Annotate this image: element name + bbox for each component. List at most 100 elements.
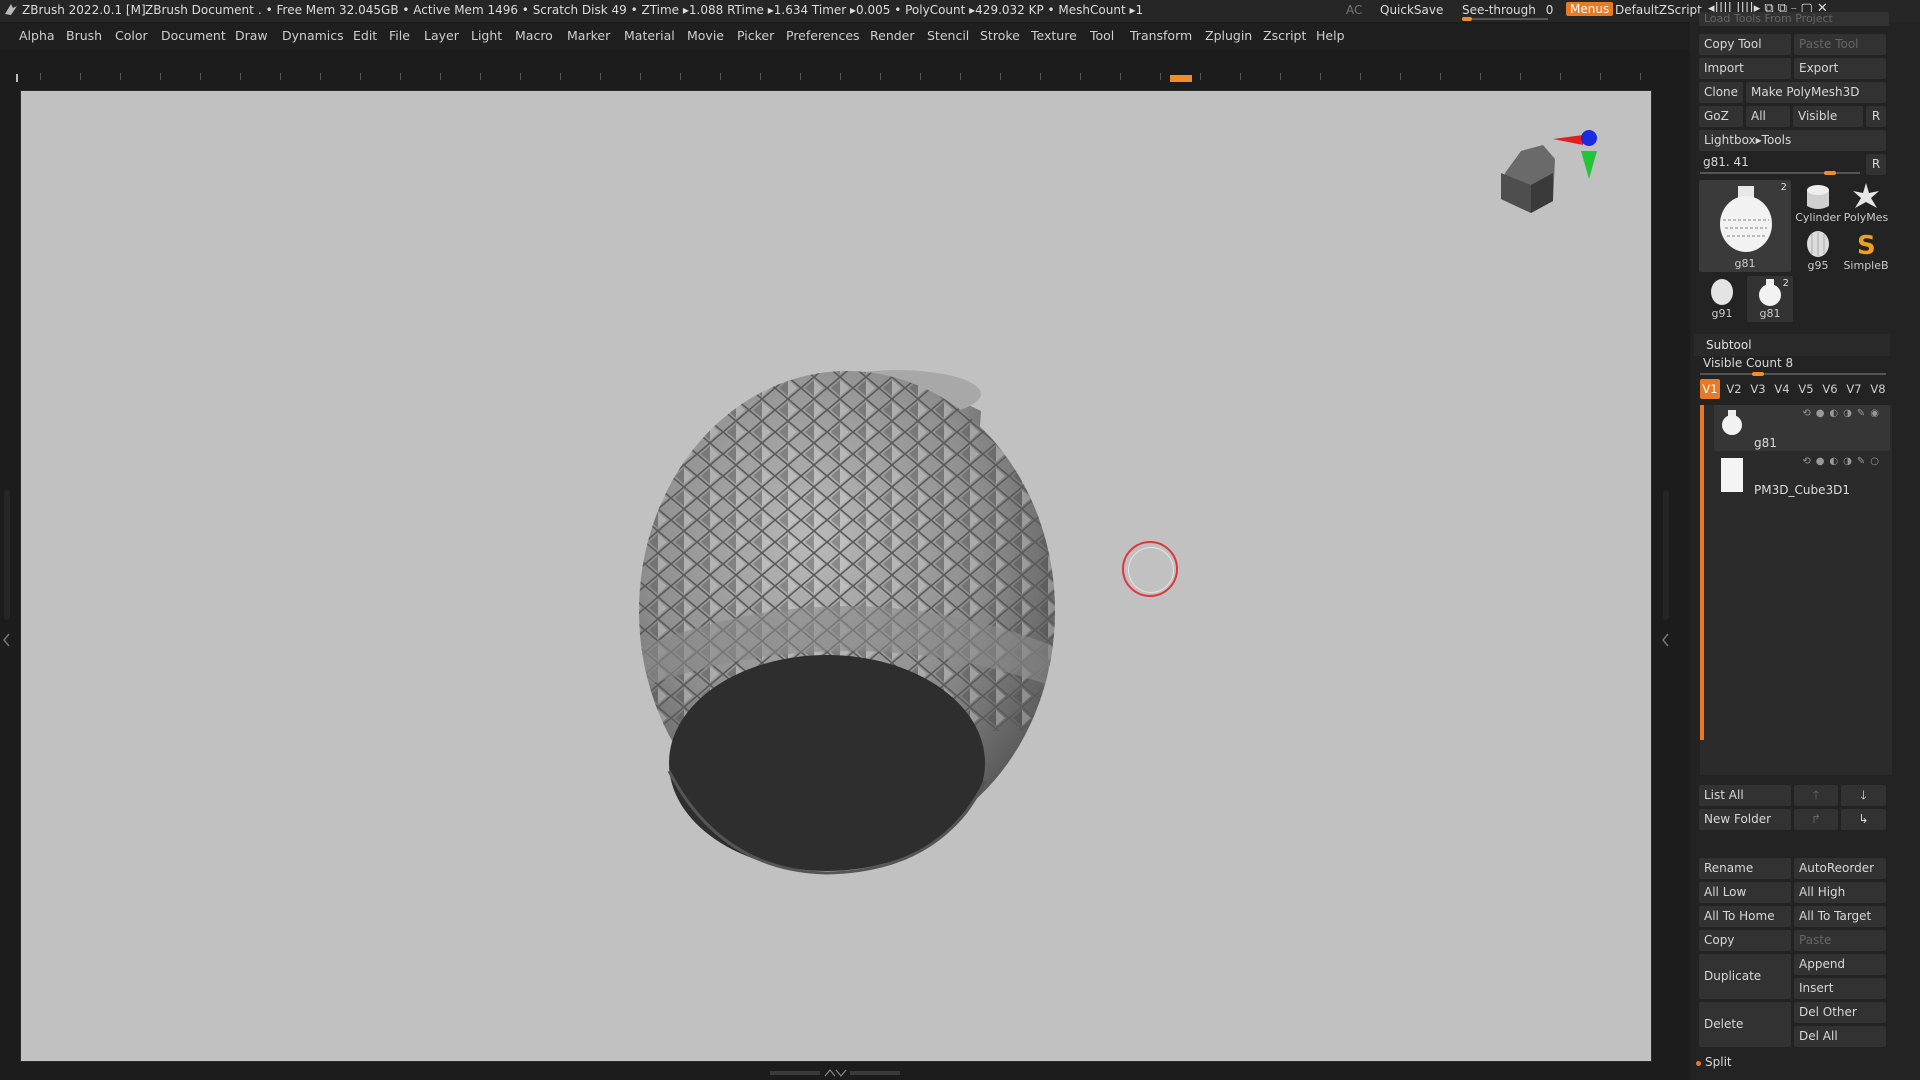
menu-transform[interactable]: Transform (1130, 28, 1192, 43)
tool-thumb-simplebrush[interactable]: S SimpleB (1843, 228, 1889, 274)
menu-macro[interactable]: Macro (515, 28, 553, 43)
copy-subtool-button[interactable]: Copy (1699, 930, 1791, 951)
right-tray-handle[interactable] (1663, 490, 1669, 620)
subtool-scrollbar[interactable] (1700, 405, 1704, 740)
menu-preferences[interactable]: Preferences (786, 28, 860, 43)
subtool-item-g81[interactable]: ⟲●◐◑✎◉ g81 (1714, 405, 1890, 451)
menu-light[interactable]: Light (471, 28, 502, 43)
goz-button[interactable]: GoZ (1699, 106, 1743, 127)
visible-count-track[interactable] (1700, 373, 1886, 375)
duplicate-button[interactable]: Duplicate (1699, 954, 1791, 999)
menu-help[interactable]: Help (1316, 28, 1345, 43)
subtool-list[interactable]: ⟲●◐◑✎◉ g81 ⟲●◐◑✎○ PM3D_Cube3D1 (1700, 405, 1892, 775)
menu-material[interactable]: Material (624, 28, 675, 43)
paste-tool-button[interactable]: Paste Tool (1794, 34, 1886, 55)
new-folder-button[interactable]: New Folder (1699, 809, 1791, 830)
menu-stencil[interactable]: Stencil (927, 28, 969, 43)
menus-toggle-button[interactable]: Menus (1566, 2, 1614, 16)
menu-render[interactable]: Render (870, 28, 915, 43)
left-tray-handle[interactable] (4, 490, 10, 620)
right-tray-rail[interactable] (1658, 90, 1674, 1062)
copy-tool-button[interactable]: Copy Tool (1699, 34, 1791, 55)
subtool-visibility-icons[interactable]: ⟲●◐◑✎○ (1802, 456, 1884, 467)
current-tool-slider-track[interactable] (1700, 172, 1860, 174)
menu-file[interactable]: File (389, 28, 410, 43)
make-polymesh3d-button[interactable]: Make PolyMesh3D (1746, 82, 1886, 103)
menu-marker[interactable]: Marker (567, 28, 610, 43)
menu-edit[interactable]: Edit (353, 28, 377, 43)
subtool-visibility-icons[interactable]: ⟲●◐◑✎◉ (1802, 408, 1884, 419)
menu-texture[interactable]: Texture (1031, 28, 1077, 43)
menu-dynamics[interactable]: Dynamics (282, 28, 344, 43)
left-tray-rail[interactable] (0, 90, 14, 1062)
tool-thumb-cylinder[interactable]: Cylinder (1795, 180, 1841, 226)
seethrough-knob[interactable] (1462, 17, 1472, 21)
current-tool-r-button[interactable]: R (1866, 154, 1886, 175)
split-section-header[interactable]: Split (1705, 1055, 1732, 1069)
del-all-button[interactable]: Del All (1794, 1026, 1886, 1047)
current-tool-slider-knob[interactable] (1824, 171, 1836, 175)
document-canvas[interactable] (20, 90, 1652, 1062)
insert-button[interactable]: Insert (1794, 978, 1886, 999)
menu-movie[interactable]: Movie (687, 28, 724, 43)
clone-button[interactable]: Clone (1699, 82, 1743, 103)
chevron-left-icon[interactable] (1662, 633, 1670, 647)
tool-thumb-g95[interactable]: g95 (1795, 228, 1841, 274)
tab-v8[interactable]: V8 (1868, 379, 1888, 399)
export-button[interactable]: Export (1794, 58, 1886, 79)
tool-thumb-polymesh[interactable]: PolyMes (1843, 180, 1889, 226)
tab-v5[interactable]: V5 (1796, 379, 1816, 399)
rename-button[interactable]: Rename (1699, 858, 1791, 879)
menu-alpha[interactable]: Alpha (19, 28, 55, 43)
goz-visible-button[interactable]: Visible (1793, 106, 1863, 127)
move-up-arrow-icon[interactable]: 🡑 (1794, 785, 1838, 806)
visible-count-knob[interactable] (1752, 372, 1764, 376)
timeline-start-marker[interactable] (16, 74, 18, 82)
timeline-position-marker[interactable] (1170, 75, 1192, 82)
folder-move-up-icon[interactable]: ↱ (1794, 809, 1838, 830)
load-tools-from-project-button[interactable]: Load Tools From Project (1699, 12, 1889, 26)
tab-v7[interactable]: V7 (1844, 379, 1864, 399)
all-low-button[interactable]: All Low (1699, 882, 1791, 903)
subtool-section-header[interactable]: Subtool (1694, 334, 1890, 356)
tool-thumb-g91[interactable]: g91 (1699, 276, 1745, 322)
goz-all-button[interactable]: All (1746, 106, 1790, 127)
folder-move-down-icon[interactable]: ↳ (1841, 809, 1886, 830)
tab-v6[interactable]: V6 (1820, 379, 1840, 399)
menu-document[interactable]: Document (161, 28, 226, 43)
bottom-tray-handle[interactable] (770, 1069, 900, 1077)
seethrough-slider[interactable]: See-through 0 (1462, 3, 1553, 17)
menu-color[interactable]: Color (115, 28, 148, 43)
tool-thumb-g81-active[interactable]: 2 g81 (1699, 180, 1791, 272)
orientation-gizmo-icon[interactable] (1491, 111, 1621, 221)
menu-tool[interactable]: Tool (1090, 28, 1114, 43)
menu-stroke[interactable]: Stroke (980, 28, 1020, 43)
chevron-left-icon[interactable] (3, 633, 11, 647)
all-to-home-button[interactable]: All To Home (1699, 906, 1791, 927)
tab-v3[interactable]: V3 (1748, 379, 1768, 399)
append-button[interactable]: Append (1794, 954, 1886, 975)
import-button[interactable]: Import (1699, 58, 1791, 79)
menu-zscript[interactable]: Zscript (1263, 28, 1306, 43)
tab-v1[interactable]: V1 (1700, 379, 1720, 399)
all-high-button[interactable]: All High (1794, 882, 1886, 903)
lightbox-tools-button[interactable]: Lightbox▸Tools (1699, 130, 1886, 151)
list-all-button[interactable]: List All (1699, 785, 1791, 806)
delete-button[interactable]: Delete (1699, 1002, 1791, 1047)
tool-thumb-g81[interactable]: 2 g81 (1747, 276, 1793, 322)
sculpt-model-vase[interactable] (21, 91, 1653, 1063)
menu-layer[interactable]: Layer (424, 28, 459, 43)
menu-draw[interactable]: Draw (235, 28, 268, 43)
autoreorder-button[interactable]: AutoReorder (1794, 858, 1886, 879)
tab-v2[interactable]: V2 (1724, 379, 1744, 399)
quicksave-button[interactable]: QuickSave (1380, 3, 1443, 17)
menu-picker[interactable]: Picker (737, 28, 774, 43)
default-zscript-button[interactable]: DefaultZScript (1615, 3, 1702, 17)
del-other-button[interactable]: Del Other (1794, 1002, 1886, 1023)
all-to-target-button[interactable]: All To Target (1794, 906, 1886, 927)
paste-subtool-button[interactable]: Paste (1794, 930, 1886, 951)
subtool-item-pm3d-cube[interactable]: ⟲●◐◑✎○ PM3D_Cube3D1 (1714, 453, 1890, 499)
goz-r-button[interactable]: R (1866, 106, 1886, 127)
menu-brush[interactable]: Brush (66, 28, 102, 43)
menu-zplugin[interactable]: Zplugin (1205, 28, 1252, 43)
